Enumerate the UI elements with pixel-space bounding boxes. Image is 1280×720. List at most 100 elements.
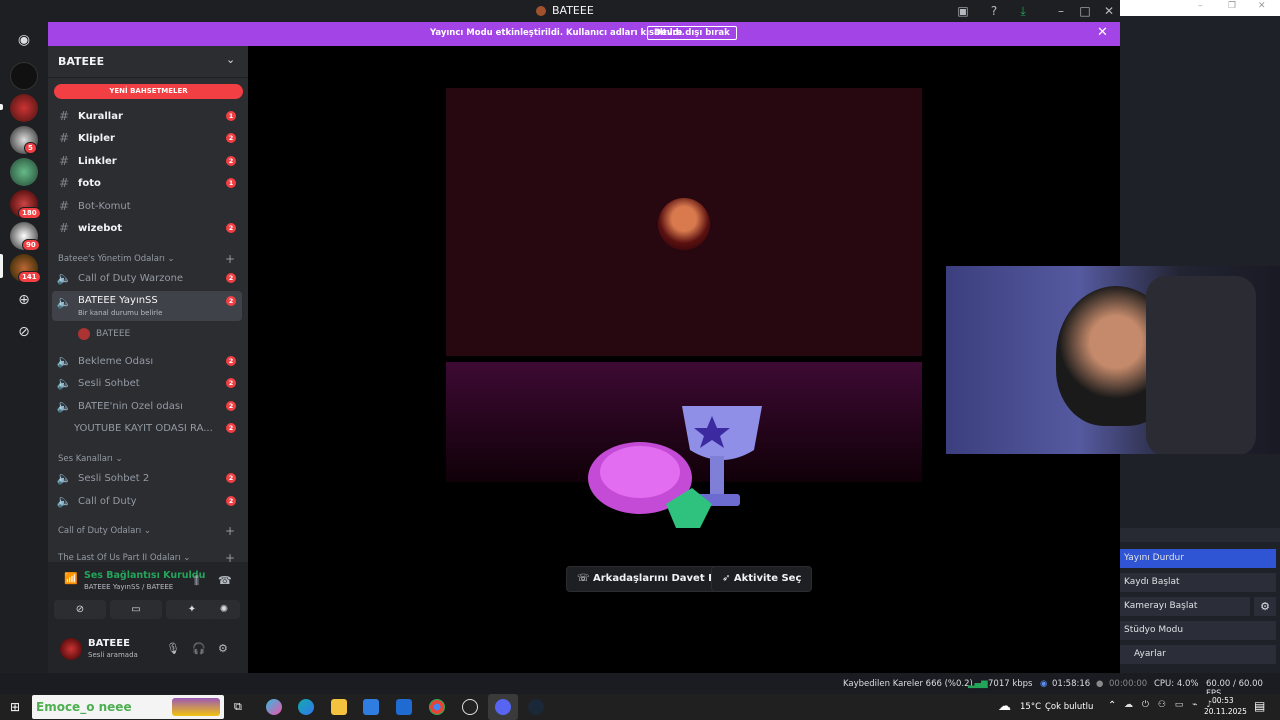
disable-button[interactable]: Devre dışı bırak (647, 26, 737, 40)
channel-item[interactable]: # Bot-Komut (52, 196, 242, 216)
server-badge: 141 (18, 271, 41, 283)
noise-suppression-icon[interactable]: ⫼ (194, 574, 199, 588)
clock-time[interactable]: 00:53 (1212, 696, 1234, 705)
chrome-icon[interactable] (429, 699, 445, 715)
participant-tile[interactable] (446, 88, 922, 356)
obs-icon[interactable] (462, 699, 478, 715)
participant-avatar (658, 198, 710, 250)
close-icon[interactable]: ✕ (1097, 25, 1108, 40)
virtual-camera-settings-icon[interactable]: ⚙ (1254, 597, 1276, 616)
clock-date[interactable]: 20.11.2025 (1204, 707, 1247, 716)
voice-member[interactable]: BATEEE (78, 326, 238, 342)
channel-item[interactable]: # Linkler 2 (52, 151, 242, 171)
mail-icon[interactable] (396, 699, 412, 715)
studio-mode-button[interactable]: Stüdyo Modu (1120, 621, 1276, 640)
channel-name: Sesli Sohbet 2 (78, 472, 150, 484)
copilot-icon[interactable] (266, 699, 282, 715)
add-channel-icon[interactable]: + (225, 252, 235, 266)
channel-status[interactable]: Bir kanal durumu belirle (78, 309, 162, 317)
start-virtual-camera-button[interactable]: Kamerayı Başlat (1120, 597, 1250, 616)
speaker-icon: 🔈 (56, 494, 72, 508)
discord-icon[interactable] (495, 699, 511, 715)
new-mentions-pill[interactable]: YENİ BAHSETMELER (54, 84, 243, 99)
voice-channel-path[interactable]: BATEEE YayınSS / BATEEE (84, 583, 173, 591)
speaker-icon: 🔈 (56, 471, 72, 485)
trophy-illustration (588, 406, 762, 528)
obs-maximize-button[interactable]: ❐ (1228, 1, 1236, 11)
soundboard-button[interactable]: ✺ (208, 600, 240, 619)
choose-activity-button[interactable]: ➶ Aktivite Seç (711, 566, 813, 592)
voice-channel-item[interactable]: 🔈 BATEEE YayınSS 2 Bir kanal durumu beli… (52, 291, 242, 321)
steam-icon[interactable] (528, 699, 544, 715)
guild-header[interactable]: BATEEE ⌄ (48, 46, 248, 78)
voice-channel-item[interactable]: 🔈 Bekleme Odası 2 (52, 351, 242, 371)
voice-status[interactable]: Ses Bağlantısı Kuruldu (84, 570, 205, 581)
channel-item[interactable]: # foto 1 (52, 173, 242, 193)
category-header[interactable]: Bateee's Yönetim Odaları ⌄ + (58, 252, 243, 266)
windows-start-icon[interactable]: ⊞ (10, 700, 20, 714)
add-server-icon[interactable]: ⊕ (10, 286, 38, 314)
disconnect-icon[interactable]: ☎ (218, 574, 232, 587)
stop-stream-button[interactable]: Yayını Durdur (1120, 549, 1276, 568)
weather-icon[interactable]: ☁ (998, 699, 1011, 714)
server-icon[interactable] (10, 62, 38, 90)
close-button[interactable]: ✕ (1101, 3, 1117, 19)
start-recording-button[interactable]: Kaydı Başlat (1120, 573, 1276, 592)
mention-badge: 2 (226, 496, 236, 506)
microphone-icon[interactable]: 🎙 (166, 642, 180, 655)
camera-button[interactable]: ⊘ (54, 600, 106, 619)
category-name: Call of Duty Odaları (58, 526, 142, 536)
server-icon[interactable] (10, 94, 38, 122)
speaker-icon: 🔈 (56, 399, 72, 413)
user-status: Sesli aramada (88, 651, 138, 659)
hash-icon: # (58, 131, 70, 145)
explore-icon[interactable]: ⊘ (10, 318, 38, 346)
channel-item[interactable]: # Kurallar 1 (52, 106, 242, 126)
bitrate: 7017 kbps (988, 679, 1033, 689)
speaker-icon: 🔈 (56, 376, 72, 390)
taskbar-search[interactable]: Emoce_o neee (32, 695, 224, 719)
download-icon[interactable]: ⤓ (1015, 3, 1031, 19)
headphones-icon[interactable]: 🎧 (192, 642, 206, 655)
tray-chevron-icon[interactable]: ⌃ (1108, 700, 1116, 711)
help-icon[interactable]: ? (986, 3, 1002, 19)
invite-friends-button[interactable]: ☏ Arkadaşlarını Davet Et (566, 566, 731, 592)
screen-share-button[interactable]: ▭ (110, 600, 162, 619)
task-view-icon[interactable]: ⧉ (234, 700, 242, 714)
cpu-usage: CPU: 4.0% (1154, 679, 1199, 689)
store-icon[interactable] (363, 699, 379, 715)
voice-channel-item[interactable]: 🔈 Call of Duty Warzone 2 (52, 268, 242, 288)
obs-minimize-button[interactable]: – (1198, 1, 1203, 11)
live-icon: ◉ (1040, 679, 1048, 689)
channel-item[interactable]: # wizebot 2 (52, 218, 242, 238)
category-header[interactable]: Call of Duty Odaları ⌄ + (58, 524, 243, 538)
notifications-icon[interactable]: ▤ (1254, 699, 1265, 713)
gear-icon[interactable]: ⚙ (218, 642, 228, 655)
voice-channel-item[interactable]: 🔈 Call of Duty 2 (52, 491, 242, 511)
category-header[interactable]: Ses Kanalları ⌄ (58, 454, 243, 464)
mention-badge: 2 (226, 401, 236, 411)
server-icon[interactable] (10, 158, 38, 186)
user-name[interactable]: BATEEE (88, 638, 130, 649)
add-channel-icon[interactable]: + (225, 524, 235, 538)
avatar[interactable] (60, 638, 82, 660)
rec-icon: ● (1096, 679, 1104, 689)
mention-badge: 1 (226, 111, 236, 121)
title-bar: BATEEE ▣ ? ⤓ – □ ✕ (0, 0, 1120, 22)
edge-icon[interactable] (298, 699, 314, 715)
maximize-button[interactable]: □ (1077, 3, 1093, 19)
inbox-icon[interactable]: ▣ (955, 3, 971, 19)
obs-close-button[interactable]: ✕ (1258, 1, 1266, 11)
chevron-down-icon: ⌄ (115, 454, 123, 464)
settings-button[interactable]: Ayarlar (1120, 645, 1276, 664)
voice-channel-item[interactable]: 🔈 Sesli Sohbet 2 (52, 373, 242, 393)
file-explorer-icon[interactable] (331, 699, 347, 715)
voice-channel-item[interactable]: 🔈 BATEE'nin Özel odası 2 (52, 396, 242, 416)
tray-icons[interactable]: ☁ ⏻ ⚇ ▭ ⌁ ♪ (1124, 700, 1215, 710)
search-highlight-image (172, 698, 220, 716)
voice-channel-item[interactable]: YOUTUBE KAYIT ODASI RA... 2 (52, 418, 242, 438)
discord-home-icon[interactable]: ◉ (10, 26, 38, 54)
voice-channel-item[interactable]: 🔈 Sesli Sohbet 2 2 (52, 468, 242, 488)
channel-item[interactable]: # Klipler 2 (52, 128, 242, 148)
minimize-button[interactable]: – (1053, 3, 1069, 19)
